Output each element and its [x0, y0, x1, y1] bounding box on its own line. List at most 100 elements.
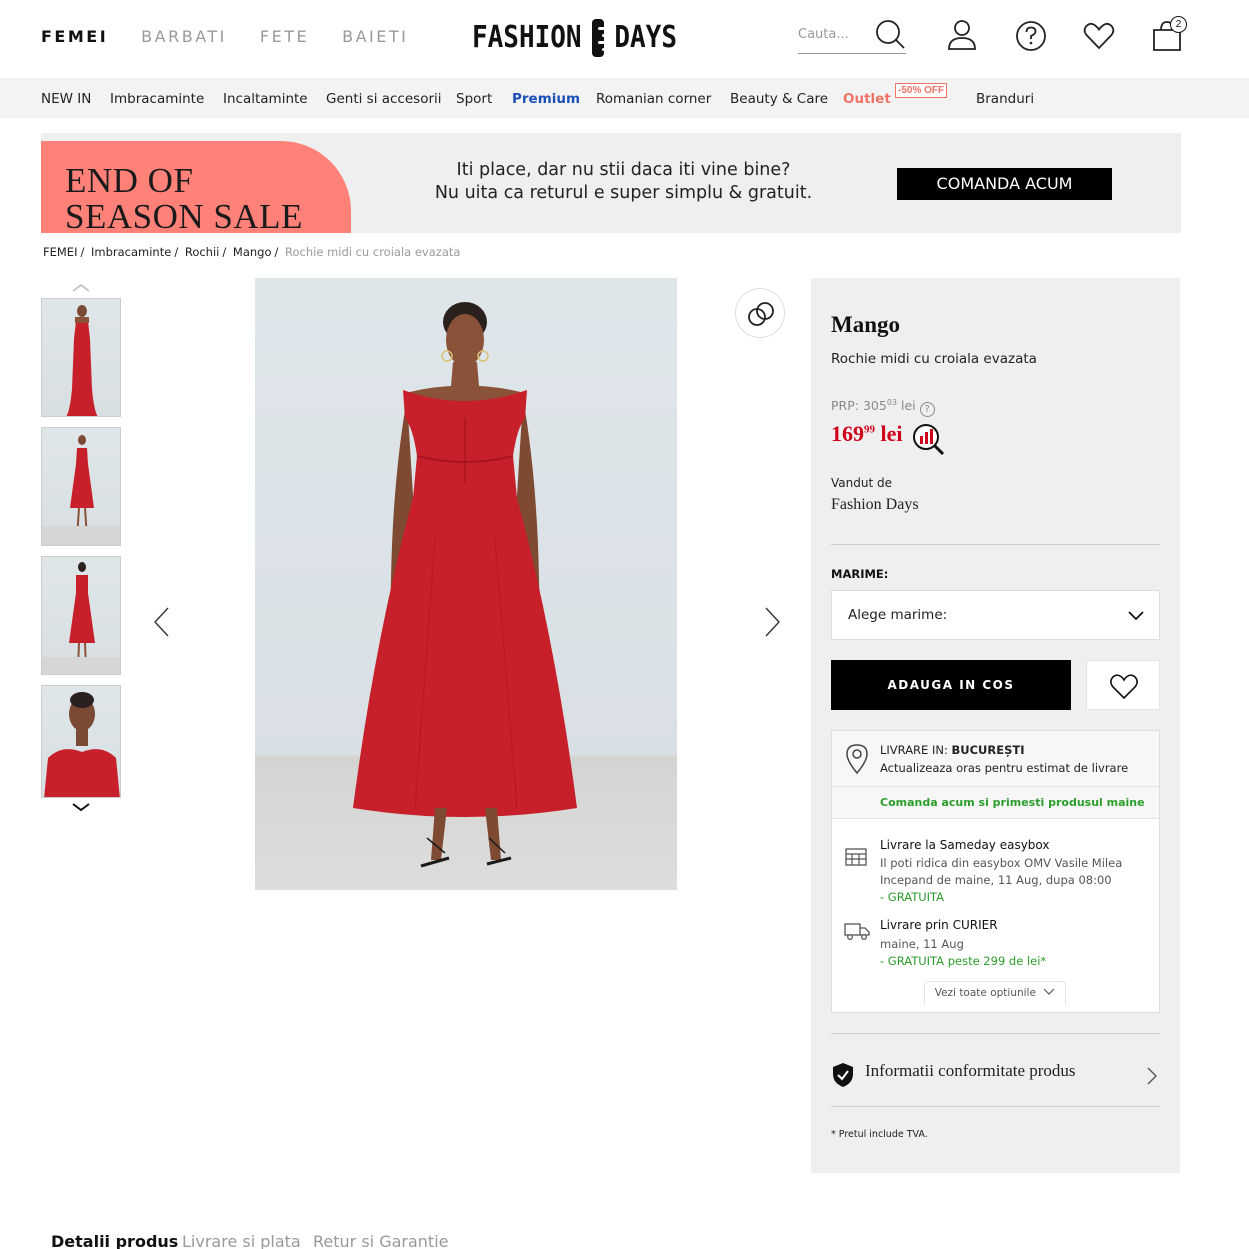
tab-product-details[interactable]: Detalii produs	[51, 1232, 178, 1249]
tab-femei[interactable]: FEMEI	[41, 27, 108, 46]
seller-name: Fashion Days	[831, 496, 919, 513]
product-main-image[interactable]	[255, 278, 677, 890]
add-to-wishlist-button[interactable]	[1086, 660, 1160, 710]
breadcrumb-item-imbracaminte[interactable]: Imbracaminte	[91, 245, 171, 259]
logo-word-right: DAYS	[614, 20, 677, 56]
add-to-cart-button[interactable]: ADAUGA IN COS	[831, 660, 1071, 710]
size-dropdown-value: Alege marime:	[848, 607, 948, 623]
thumbnails-up-chevron-icon[interactable]	[70, 280, 92, 292]
see-all-delivery-options-button[interactable]: Vezi toate optiunile	[924, 981, 1066, 1005]
delivery-option-courier-title: Livrare prin CURIER	[880, 918, 998, 932]
product-name: Rochie midi cu croiala evazata	[831, 351, 1037, 367]
divider	[831, 1106, 1160, 1107]
delivery-city-label: LIVRARE IN: BUCUREȘTI	[880, 743, 1025, 757]
prp-cents: 03	[886, 398, 897, 407]
product-info-panel: Mango Rochie midi cu croiala evazata PRP…	[811, 278, 1180, 1173]
breadcrumb-item-femei[interactable]: FEMEI	[43, 245, 77, 259]
delivery-city-prefix: LIVRARE IN:	[880, 743, 952, 757]
prp-label: PRP: 305	[831, 398, 887, 414]
delivery-promo-row: Comanda acum si primesti produsul maine	[832, 787, 1159, 819]
breadcrumb: FEMEI / Imbracaminte / Rochii / Mango / Roch…	[43, 245, 461, 259]
banner-message-line1: Iti place, dar nu stii daca iti vine bin…	[456, 160, 791, 180]
previous-image-chevron-icon[interactable]	[152, 606, 172, 638]
cart-icon[interactable]: 2	[1150, 16, 1187, 52]
category-nav: NEW IN Imbracaminte Incaltaminte Genti s…	[0, 78, 1249, 118]
delivery-option-easybox-date: Incepand de maine, 11 Aug, dupa 08:00	[880, 873, 1112, 887]
divider	[831, 1033, 1160, 1034]
delivery-option-easybox-price: - GRATUITA	[880, 890, 945, 904]
divider	[831, 544, 1160, 545]
price-cents: 99	[864, 423, 875, 436]
size-dropdown[interactable]: Alege marime:	[831, 590, 1160, 640]
nav-item-incaltaminte[interactable]: Incaltaminte	[223, 91, 308, 107]
thumbnail-2[interactable]	[41, 427, 121, 546]
thumbnails-down-chevron-icon[interactable]	[70, 800, 92, 812]
chevron-down-icon	[1128, 611, 1144, 621]
cart-count-badge: 2	[1170, 16, 1187, 33]
site-logo[interactable]: FASHION DAYS	[472, 17, 677, 59]
account-icon[interactable]	[945, 18, 979, 52]
similar-products-button[interactable]	[735, 288, 785, 338]
nav-item-branduri[interactable]: Branduri	[976, 91, 1034, 107]
site-header: FEMEI BARBATI FETE BAIETI FASHION DAYS 2	[0, 0, 1249, 78]
banner-title: END OF SEASON SALE	[65, 163, 303, 235]
banner-title-line2: SEASON SALE	[65, 197, 303, 236]
help-icon[interactable]	[1014, 18, 1048, 52]
delivery-option-easybox-location: Il poti ridica din easybox OMV Vasile Mi…	[880, 856, 1123, 870]
search-icon[interactable]	[873, 18, 907, 52]
heart-icon	[1110, 674, 1138, 700]
vat-note: * Pretul include TVA.	[831, 1129, 928, 1140]
product-price: 16999 lei	[831, 421, 903, 447]
thumbnail-1[interactable]	[41, 298, 121, 417]
nav-item-imbracaminte[interactable]: Imbracaminte	[110, 91, 204, 107]
tab-fete[interactable]: FETE	[260, 27, 309, 46]
recommended-price: PRP: 30503 lei ?	[831, 398, 935, 418]
delivery-truck-icon	[844, 923, 870, 940]
banner-message: Iti place, dar nu stii daca iti vine bin…	[421, 159, 826, 205]
nav-item-sport[interactable]: Sport	[456, 91, 492, 107]
promo-banner[interactable]: END OF SEASON SALE Iti place, dar nu sti…	[41, 133, 1181, 235]
easybox-locker-icon	[845, 848, 867, 866]
thumbnail-3[interactable]	[41, 556, 121, 675]
delivery-location-row[interactable]: LIVRARE IN: BUCUREȘTI Actualizeaza oras …	[832, 731, 1159, 787]
see-all-label: Vezi toate optiunile	[934, 987, 1036, 999]
logo-mark-icon	[591, 19, 605, 57]
breadcrumb-current: Rochie midi cu croiala evazata	[285, 245, 461, 259]
delivery-city: BUCUREȘTI	[951, 743, 1025, 757]
tab-barbati[interactable]: BARBATI	[141, 27, 227, 46]
banner-order-button[interactable]: COMANDA ACUM	[897, 168, 1112, 200]
compliance-label: Informatii conformitate produs	[865, 1061, 1076, 1080]
delivery-info-box: LIVRARE IN: BUCUREȘTI Actualizeaza oras …	[831, 730, 1160, 1013]
banner-sale-block: END OF SEASON SALE	[41, 141, 351, 235]
breadcrumb-item-mango[interactable]: Mango	[233, 245, 272, 259]
search-input[interactable]	[798, 27, 868, 42]
next-image-chevron-icon[interactable]	[762, 606, 782, 638]
breadcrumb-item-rochii[interactable]: Rochii	[185, 245, 220, 259]
chevron-right-icon	[1147, 1067, 1157, 1085]
nav-item-new-in[interactable]: NEW IN	[41, 91, 91, 107]
tab-baieti[interactable]: BAIETI	[342, 27, 408, 46]
product-compliance-row[interactable]: Informatii conformitate produs	[831, 1053, 1160, 1101]
price-history-icon[interactable]	[911, 422, 947, 456]
delivery-option-easybox-title: Livrare la Sameday easybox	[880, 838, 1050, 852]
delivery-option-courier-price: - GRATUITA peste 299 de lei*	[880, 954, 1047, 968]
nav-item-outlet[interactable]: Outlet	[843, 91, 891, 107]
tab-returns-warranty[interactable]: Retur si Garantie	[313, 1232, 448, 1249]
thumbnail-4[interactable]	[41, 685, 121, 798]
delivery-update-city-text: Actualizeaza oras pentru estimat de livr…	[880, 761, 1129, 775]
nav-item-romanian-corner[interactable]: Romanian corner	[596, 91, 711, 107]
nav-item-genti[interactable]: Genti si accesorii	[326, 91, 442, 107]
sold-by-label: Vandut de	[831, 476, 892, 490]
tab-delivery-payment[interactable]: Livrare si plata	[182, 1232, 301, 1249]
prp-info-icon[interactable]: ?	[919, 402, 935, 418]
prp-currency: lei	[900, 398, 916, 414]
chevron-down-icon	[1043, 988, 1055, 995]
price-main: 169	[831, 421, 864, 446]
nav-item-premium[interactable]: Premium	[512, 91, 580, 107]
banner-message-line2: Nu uita ca returul e super simplu & grat…	[434, 183, 813, 203]
nav-item-beauty[interactable]: Beauty & Care	[730, 91, 828, 107]
wishlist-icon[interactable]	[1082, 18, 1116, 52]
product-brand[interactable]: Mango	[831, 312, 900, 338]
logo-word-left: FASHION	[472, 20, 582, 56]
price-currency: lei	[880, 421, 903, 446]
